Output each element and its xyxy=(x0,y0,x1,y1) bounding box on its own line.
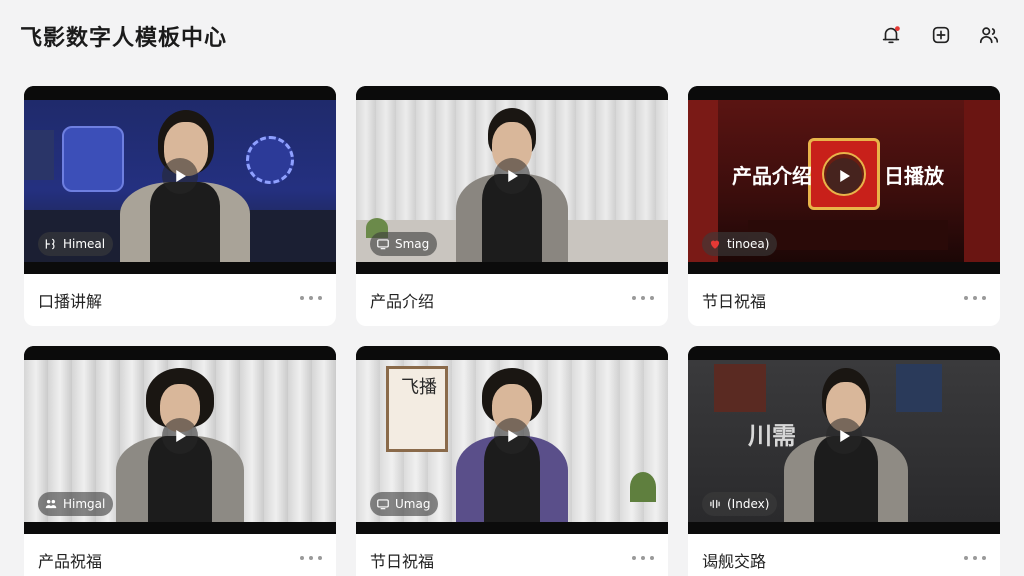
wall-poster: 飞播 xyxy=(386,366,448,452)
user-group-icon[interactable] xyxy=(976,22,1002,48)
overlay-text-left: 产品介绍 xyxy=(732,164,812,188)
card-footer: 谒舰交路 xyxy=(688,534,1000,576)
template-tag: (Index) xyxy=(702,492,778,516)
video-thumbnail[interactable]: 川需 (Index) xyxy=(688,346,1000,534)
card-footer: 产品介绍 xyxy=(356,274,668,326)
template-card[interactable]: 川需 (Index) 谒舰交路 xyxy=(688,346,1000,576)
add-square-icon[interactable] xyxy=(928,22,954,48)
digital-human-icon xyxy=(45,238,55,250)
tag-label: Umag xyxy=(395,497,431,511)
template-card[interactable]: Smag 产品介绍 xyxy=(356,86,668,326)
template-tag: Himgal xyxy=(38,492,114,516)
template-tag: tinoea) xyxy=(702,232,778,256)
play-button[interactable] xyxy=(826,158,862,194)
template-tag: Himeal xyxy=(38,232,114,256)
card-footer: 产品祝福 xyxy=(24,534,336,576)
card-footer: 节日祝福 xyxy=(688,274,1000,326)
play-button[interactable] xyxy=(826,418,862,454)
video-thumbnail[interactable]: Himgal xyxy=(24,346,336,534)
play-button[interactable] xyxy=(162,418,198,454)
template-card[interactable]: Himeal 口播讲解 xyxy=(24,86,336,326)
tag-label: (Index) xyxy=(727,497,770,511)
tag-label: Himgal xyxy=(63,497,106,511)
notification-bell-icon[interactable] xyxy=(878,22,904,48)
template-card[interactable]: Himgal 产品祝福 xyxy=(24,346,336,576)
audio-wave-icon xyxy=(710,499,720,509)
video-thumbnail[interactable]: 产品介绍 日播放 tinoea) xyxy=(688,86,1000,274)
card-title: 口播讲解 xyxy=(38,292,103,311)
play-button[interactable] xyxy=(162,158,198,194)
more-options-icon[interactable] xyxy=(964,550,986,566)
tag-label: Smag xyxy=(395,237,430,251)
template-tag: Smag xyxy=(370,232,438,256)
more-options-icon[interactable] xyxy=(964,290,986,306)
template-tag: Umag xyxy=(370,492,439,516)
template-card[interactable]: 飞播 Umag 节日祝福 xyxy=(356,346,668,576)
overlay-text-right: 日播放 xyxy=(884,164,944,188)
page-title: 飞影数字人模板中心 xyxy=(20,26,228,51)
card-footer: 节日祝福 xyxy=(356,534,668,576)
more-options-icon[interactable] xyxy=(632,290,654,306)
tag-label: Himeal xyxy=(63,237,106,251)
card-footer: 口播讲解 xyxy=(24,274,336,326)
play-button[interactable] xyxy=(494,158,530,194)
people-icon xyxy=(45,499,57,509)
card-title: 节日祝福 xyxy=(370,552,435,571)
card-title: 节日祝福 xyxy=(702,292,767,311)
video-thumbnail[interactable]: Smag xyxy=(356,86,668,274)
video-thumbnail[interactable]: 飞播 Umag xyxy=(356,346,668,534)
monitor-icon xyxy=(377,239,389,250)
video-thumbnail[interactable]: Himeal xyxy=(24,86,336,274)
monitor-icon xyxy=(377,499,389,510)
tag-label: tinoea) xyxy=(727,237,770,251)
card-title: 产品介绍 xyxy=(370,292,435,311)
card-title: 谒舰交路 xyxy=(702,552,767,571)
heart-icon xyxy=(710,240,720,249)
poster-text: 飞播 xyxy=(401,377,437,398)
more-options-icon[interactable] xyxy=(632,550,654,566)
more-options-icon[interactable] xyxy=(300,550,322,566)
template-card[interactable]: 产品介绍 日播放 tinoea) 节日祝福 xyxy=(688,86,1000,326)
more-options-icon[interactable] xyxy=(300,290,322,306)
top-header: 飞影数字人模板中心 xyxy=(0,0,1024,72)
card-title: 产品祝福 xyxy=(38,552,103,571)
play-button[interactable] xyxy=(494,418,530,454)
